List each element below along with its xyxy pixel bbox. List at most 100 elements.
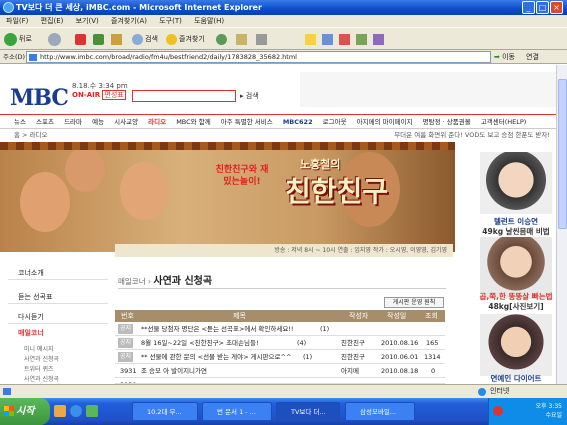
toolbar-extra-2[interactable] [322, 32, 335, 47]
ad-caption-2[interactable]: 48kg[사진보기] [471, 302, 561, 312]
row-title[interactable]: **선물 당첨자 명단은 <듣는 선곡표>에서 확인하세요!! [141, 323, 341, 336]
banner-border [0, 142, 455, 150]
ad-title-3[interactable]: 연예인 다이어트 [471, 374, 561, 384]
site-search-button[interactable]: ▸ 검색 [240, 91, 259, 101]
maximize-button[interactable]: □ [536, 1, 549, 14]
gnb-radio[interactable]: 라디오 [148, 118, 166, 126]
table-row[interactable]: 공지 8월 16일~22일 <친한친구> 초대손님들! (4) 친한친구 201… [115, 337, 445, 350]
security-zone: 인터넷 [490, 387, 510, 395]
messenger-icon [322, 33, 333, 45]
menu-edit[interactable]: 편집(E) [41, 17, 64, 25]
close-button[interactable]: × [550, 1, 563, 14]
nav-sub-twitter-quiz[interactable]: 트위터 퀴즈 [24, 364, 54, 373]
table-row[interactable]: 공지 ** 선물에 관한 문의 <선물 받는 게야> 게시판으로^^ (1) 친… [115, 351, 445, 364]
mail-icon [236, 33, 247, 45]
star-icon [166, 33, 177, 45]
task-button-3[interactable]: TV보다 더... [276, 402, 340, 421]
row-date: 2010.08.18 [381, 367, 419, 375]
task-button-1[interactable]: 10.2대 무... [132, 402, 198, 421]
gnb-entertainment[interactable]: 예능 [92, 118, 104, 126]
stop-button[interactable] [75, 32, 88, 47]
quick-launch-icon[interactable] [54, 405, 66, 417]
back-button[interactable]: 뒤로 [4, 32, 32, 47]
go-button[interactable]: ➡ 이동 [494, 51, 515, 63]
gnb-mbc622[interactable]: MBC622 [283, 118, 313, 126]
col-author: 작성자 [349, 312, 369, 320]
tray-icon[interactable] [493, 406, 503, 416]
ad-caption-1[interactable]: 49kg 날씬몸매 비법 [471, 227, 561, 237]
row-comments: (1) [320, 325, 330, 333]
gnb-news[interactable]: 뉴스 [14, 118, 26, 126]
menu-file[interactable]: 파일(F) [6, 17, 28, 25]
home-button[interactable] [111, 32, 124, 47]
ad-image-2[interactable] [480, 237, 552, 299]
ad-image-1[interactable] [480, 152, 552, 214]
top-banner[interactable] [300, 72, 556, 107]
nav-corner-intro[interactable]: 코너소개 [8, 266, 108, 280]
row-title[interactable]: 조 승모 아 발이지니가연 [141, 365, 291, 378]
toolbar-extra-4[interactable] [356, 32, 369, 47]
search-button[interactable]: 검색 [132, 32, 158, 47]
banner-title: 친한친구 [285, 175, 389, 208]
nav-playlist[interactable]: 듣는 선곡표 [8, 290, 108, 304]
ad-image-3[interactable] [480, 314, 552, 376]
toolbar-extra-3[interactable] [339, 32, 352, 47]
gnb-special[interactable]: 아주 특별한 서비스 [221, 118, 273, 126]
breadcrumb[interactable]: 홈 > 라디오 [14, 129, 48, 141]
toolbar-extra-1[interactable] [305, 32, 318, 47]
mail-button[interactable] [236, 32, 249, 47]
ad-title-1[interactable]: 텔런트 이승연 [471, 217, 561, 227]
global-nav: 뉴스 스포츠 드라마 예능 시사교양 라디오 MBC와 함께 아주 특별한 서비… [0, 114, 556, 129]
menu-view[interactable]: 보기(V) [76, 17, 99, 25]
address-url: http://www.imbc.com/broad/radio/fm4u/bes… [40, 53, 297, 61]
toolbar: 뒤로 검색 즐겨찾기 [0, 27, 567, 50]
ie-quicklaunch-icon[interactable] [70, 405, 82, 417]
nav-replay[interactable]: 다시듣기 [8, 310, 108, 324]
gnb-mypage[interactable]: 아지메의 마이페이지 [357, 118, 413, 126]
nav-sub-story[interactable]: 사연과 신청곡 [24, 354, 59, 363]
promo-text[interactable]: 무더운 여름 화면위 준다! VOD도 보고 승점 한푼도 받자! [394, 129, 550, 141]
back-arrow-icon [4, 32, 17, 46]
task-button-2[interactable]: 번 문서 1 - ... [202, 402, 272, 421]
gnb-drama[interactable]: 드라마 [64, 118, 82, 126]
tool-icon [356, 33, 367, 45]
board-rules-button[interactable]: 게시판 운영 원칙 [384, 297, 444, 308]
history-button[interactable] [216, 32, 229, 47]
minimize-button[interactable]: _ [522, 1, 535, 14]
menu-favorites[interactable]: 즐겨찾기(A) [111, 17, 147, 25]
gnb-with-mbc[interactable]: MBC와 함께 [176, 118, 211, 126]
quick-launch-icon[interactable] [86, 405, 98, 417]
site-search-input[interactable] [132, 90, 236, 102]
menu-tools[interactable]: 도구(T) [159, 17, 182, 25]
gnb-help[interactable]: 고객센터(HELP) [481, 118, 527, 126]
start-button[interactable]: 시작 [0, 398, 50, 425]
nav-daily-corner[interactable]: 매일코너 [8, 326, 108, 340]
print-button[interactable] [256, 32, 269, 47]
toolbar-extra-5[interactable] [373, 32, 386, 47]
task-button-4[interactable]: 삼성모바일... [345, 402, 415, 421]
gnb-giftmall[interactable]: 명탐정 · 상품권몰 [423, 118, 471, 126]
onair-label[interactable]: ON-AIR [72, 91, 100, 99]
board-corner: 매일코너 [118, 277, 146, 286]
nav-sub-story-2[interactable]: 사연과 신청곡 [24, 374, 59, 383]
refresh-button[interactable] [93, 32, 106, 47]
favorites-button[interactable]: 즐겨찾기 [166, 32, 205, 47]
table-row[interactable]: 공지 **선물 당첨자 명단은 <듣는 선곡표>에서 확인하세요!! (1) [115, 323, 445, 336]
links-button[interactable]: 연결 [520, 50, 567, 64]
ad-title-2[interactable]: 곱,쭉,한 뚱뚱살 빠는법 [471, 292, 561, 302]
mbc-logo[interactable]: MBC [10, 85, 69, 111]
forward-button[interactable] [48, 32, 63, 47]
row-title[interactable]: 8월 16일~22일 <친한친구> 초대손님들! [141, 337, 296, 350]
address-input[interactable]: http://www.imbc.com/broad/radio/fm4u/bes… [26, 51, 491, 63]
scroll-thumb[interactable] [558, 79, 567, 229]
schedule-tag[interactable]: 편성표 [102, 90, 126, 100]
gnb-current-affairs[interactable]: 시사교양 [114, 118, 138, 126]
gnb-logout[interactable]: 로그아웃 [323, 118, 347, 126]
nav-sub-mini-message[interactable]: 미니 메시지 [24, 344, 54, 353]
table-row[interactable]: 3931 조 승모 아 발이지니가연 아지메 2010.08.18 0 [115, 365, 445, 378]
title-bar: TV보다 더 큰 세상, iMBC.com - Microsoft Intern… [0, 0, 567, 15]
page-icon [29, 54, 37, 61]
menu-help[interactable]: 도움말(H) [194, 17, 224, 25]
gnb-sports[interactable]: 스포츠 [36, 118, 54, 126]
banner-badge: 친한친구와 재밌는놀이! [215, 165, 269, 187]
